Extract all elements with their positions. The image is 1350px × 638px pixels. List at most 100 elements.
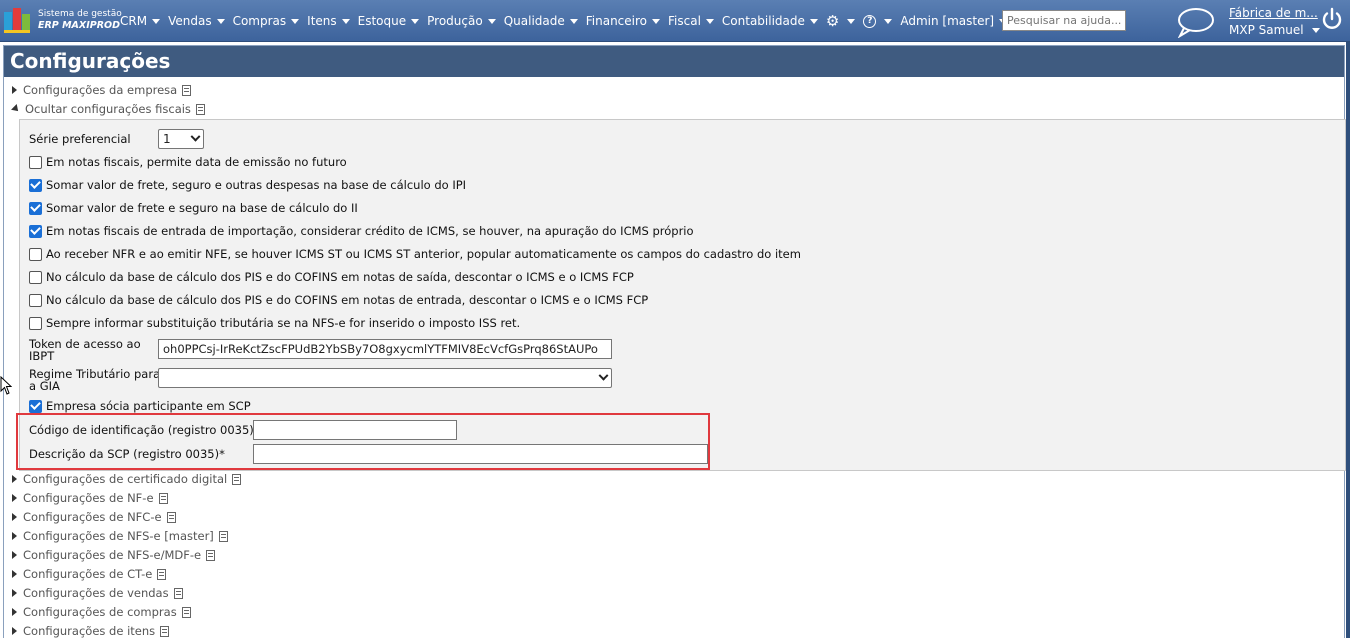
checkbox-row[interactable]: Somar valor de frete e seguro na base de… <box>29 201 358 215</box>
scp-checkbox-row[interactable]: Empresa sócia participante em SCP <box>29 399 251 413</box>
chevron-down-icon <box>809 18 818 24</box>
document-icon[interactable] <box>218 530 228 542</box>
menu-label: Estoque <box>357 14 407 28</box>
menu-estoque[interactable]: Estoque <box>358 14 420 28</box>
document-icon[interactable] <box>160 625 170 637</box>
regime-label: Regime Tributário para a GIA <box>29 368 160 392</box>
brand-line2: ERP MAXIPROD <box>38 20 120 31</box>
checkbox-row[interactable]: Somar valor de frete, seguro e outras de… <box>29 178 466 192</box>
document-icon[interactable] <box>166 511 176 523</box>
expand-arrow-icon <box>12 86 17 94</box>
checkbox-row[interactable]: No cálculo da base de cálculo dos PIS e … <box>29 293 648 307</box>
checkbox-6[interactable] <box>29 293 42 307</box>
checkbox-1[interactable] <box>29 178 42 192</box>
section-itens[interactable]: Configurações de itens <box>12 624 170 638</box>
chat-icon[interactable] <box>1176 6 1216 38</box>
expand-arrow-icon <box>12 532 17 540</box>
user-menu[interactable]: MXP Samuel <box>1229 23 1320 37</box>
help-search-input[interactable] <box>1002 10 1126 31</box>
document-icon[interactable] <box>206 549 216 561</box>
section-compras[interactable]: Configurações de compras <box>12 605 191 619</box>
section-cte[interactable]: Configurações de CT-e <box>12 567 167 581</box>
document-icon[interactable] <box>232 473 242 485</box>
power-icon[interactable] <box>1320 7 1344 31</box>
checkbox-2[interactable] <box>29 201 42 215</box>
chevron-down-icon <box>705 18 714 24</box>
menu-vendas[interactable]: Vendas <box>168 14 225 28</box>
chevron-down-icon <box>598 370 609 381</box>
chevron-down-icon <box>652 18 661 24</box>
section-label: Configurações da empresa <box>23 83 178 97</box>
checkbox-row[interactable]: Em notas fiscais, permite data de emissã… <box>29 155 347 169</box>
expand-arrow-icon <box>12 475 17 483</box>
menu-fiscal[interactable]: Fiscal <box>668 14 714 28</box>
token-input[interactable]: oh0PPCsj-IrReKctZscFPUdB2YbSBy7O8gxycmlY… <box>158 339 612 359</box>
expand-arrow-icon <box>12 570 17 578</box>
section-fiscais-toggle[interactable]: Ocultar configurações fiscais <box>11 102 205 116</box>
chevron-down-icon <box>884 18 893 24</box>
document-icon[interactable] <box>173 587 183 599</box>
section-empresa[interactable]: Configurações da empresa <box>12 83 192 97</box>
menu-compras[interactable]: Compras <box>233 14 300 28</box>
maxiprod-logo[interactable] <box>4 8 32 34</box>
scp-checkbox[interactable] <box>29 399 42 413</box>
menu-financeiro[interactable]: Financeiro <box>585 14 661 28</box>
section-label: Configurações de CT-e <box>23 567 153 581</box>
menu-contabilidade[interactable]: Contabilidade <box>722 14 818 28</box>
menu-itens[interactable]: Itens <box>307 14 350 28</box>
section-nfe[interactable]: Configurações de NF-e <box>12 491 168 505</box>
menu-label: Qualidade <box>503 14 565 28</box>
checkbox-row[interactable]: Em notas fiscais de entrada de importaçã… <box>29 224 694 238</box>
menu-label: CRM <box>120 14 148 28</box>
checkbox-label: Sempre informar substituição tributária … <box>46 316 521 330</box>
main-menu: CRM Vendas Compras Itens Estoque Produçã… <box>120 0 1015 42</box>
document-icon[interactable] <box>181 606 191 618</box>
help-menu[interactable]: ? <box>863 14 893 28</box>
menu-label: Financeiro <box>585 14 648 28</box>
company-link[interactable]: Fábrica de m... <box>1229 6 1318 20</box>
highlight-box <box>16 413 710 470</box>
expand-arrow-icon <box>12 627 17 635</box>
section-nfce[interactable]: Configurações de NFC-e <box>12 510 176 524</box>
checkbox-row[interactable]: Sempre informar substituição tributária … <box>29 316 520 330</box>
expand-arrow-icon <box>12 551 17 559</box>
menu-label: Vendas <box>168 14 212 28</box>
checkbox-row[interactable]: Ao receber NFR e ao emitir NFE, se houve… <box>29 247 801 261</box>
document-icon[interactable] <box>182 84 192 96</box>
menu-label: Fiscal <box>668 14 701 28</box>
checkbox-label: No cálculo da base de cálculo dos PIS e … <box>46 270 634 284</box>
regime-label-line2: a GIA <box>29 379 60 393</box>
section-certificado[interactable]: Configurações de certificado digital <box>12 472 242 486</box>
section-label: Configurações de NF-e <box>23 491 154 505</box>
menu-producao[interactable]: Produção <box>427 14 496 28</box>
checkbox-label: Somar valor de frete e seguro na base de… <box>46 201 358 215</box>
document-icon[interactable] <box>157 568 167 580</box>
page-title: Configurações <box>4 46 1344 77</box>
settings-menu[interactable]: ⚙ <box>825 12 856 30</box>
checkbox-label: Ao receber NFR e ao emitir NFE, se houve… <box>46 247 801 261</box>
regime-select[interactable] <box>158 368 612 388</box>
section-nfse-master[interactable]: Configurações de NFS-e [master] <box>12 529 228 543</box>
checkbox-4[interactable] <box>29 247 42 261</box>
checkbox-5[interactable] <box>29 270 42 284</box>
admin-menu[interactable]: Admin [master] <box>900 14 1008 28</box>
checkbox-3[interactable] <box>29 224 42 238</box>
expand-arrow-icon <box>12 494 17 502</box>
menu-crm[interactable]: CRM <box>120 14 161 28</box>
chevron-down-icon <box>487 18 496 24</box>
section-nfse-mdfe[interactable]: Configurações de NFS-e/MDF-e <box>12 548 216 562</box>
checkbox-0[interactable] <box>29 155 42 169</box>
menu-qualidade[interactable]: Qualidade <box>504 14 578 28</box>
content-frame: Configurações Configurações da empresa O… <box>3 45 1346 638</box>
section-label: Configurações de NFS-e [master] <box>23 529 214 543</box>
chevron-down-icon <box>341 18 350 24</box>
document-icon[interactable] <box>195 103 205 115</box>
checkbox-7[interactable] <box>29 316 42 330</box>
document-icon[interactable] <box>158 492 168 504</box>
serie-label: Série preferencial <box>29 132 131 146</box>
gear-icon: ⚙ <box>825 12 840 30</box>
section-label: Configurações de vendas <box>23 586 169 600</box>
checkbox-row[interactable]: No cálculo da base de cálculo dos PIS e … <box>29 270 634 284</box>
serie-select[interactable]: 1 <box>158 129 204 149</box>
section-vendas[interactable]: Configurações de vendas <box>12 586 183 600</box>
